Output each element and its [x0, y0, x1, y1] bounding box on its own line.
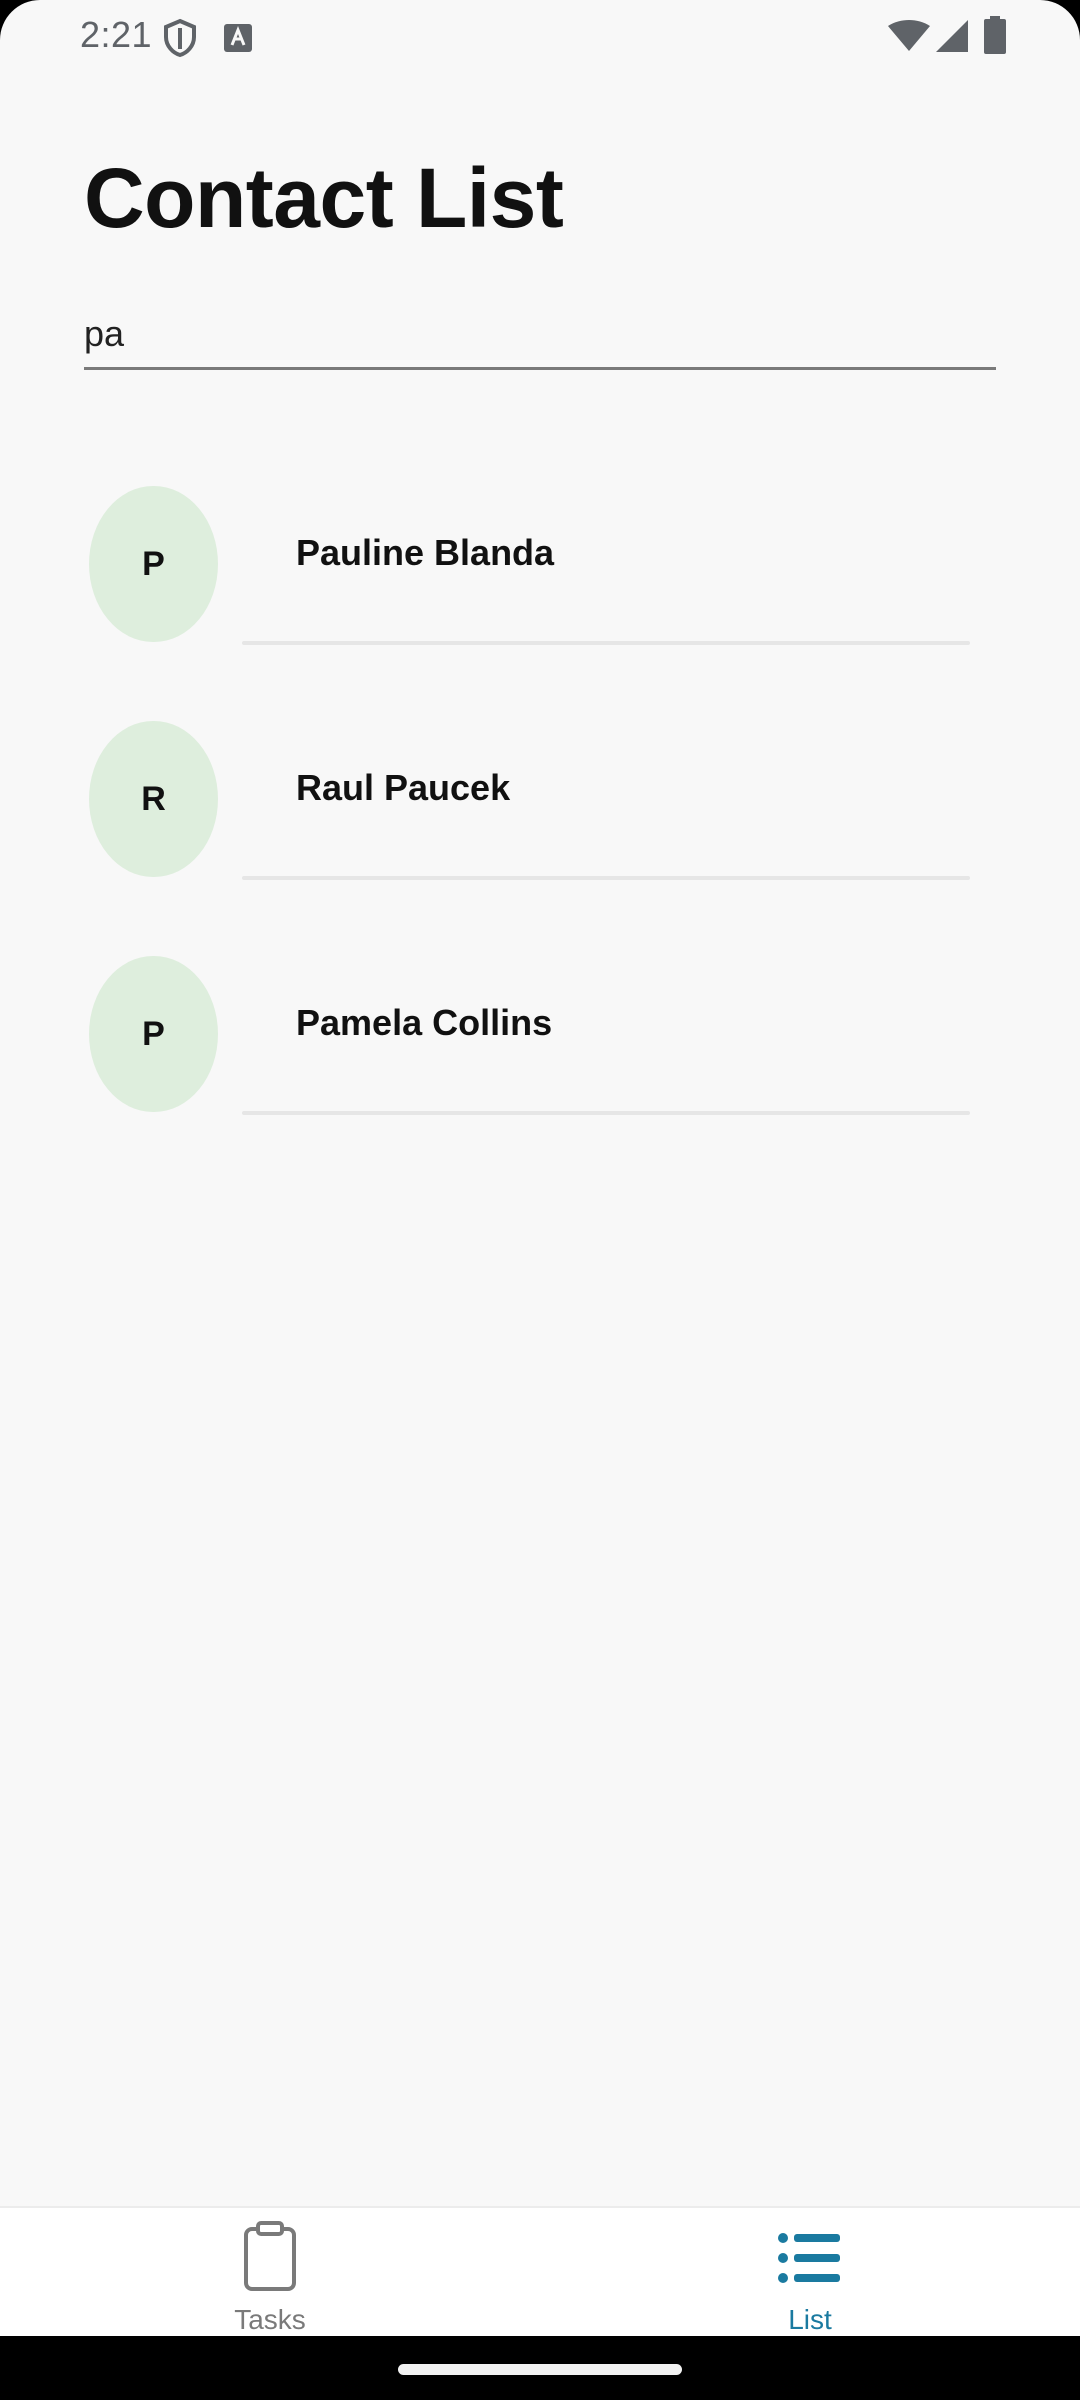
avatar-initial: P: [142, 544, 165, 583]
clipboard-icon: [244, 2221, 296, 2291]
avatar-initial: R: [141, 779, 166, 818]
wifi-icon: [888, 20, 930, 51]
search-field: [84, 300, 996, 370]
contact-row[interactable]: P Pamela Collins: [0, 940, 1080, 1175]
contact-row[interactable]: P Pauline Blanda: [0, 470, 1080, 705]
bottom-navigation: Tasks List: [0, 2206, 1080, 2336]
search-input[interactable]: [84, 308, 996, 360]
battery-icon: [984, 16, 1006, 54]
nav-label-tasks: Tasks: [234, 2304, 306, 2335]
list-icon: [778, 2233, 840, 2283]
home-gesture-handle[interactable]: [398, 2364, 682, 2375]
app-screen: 2:21 Contact List P Pauli: [0, 0, 1080, 2336]
row-divider: [242, 876, 970, 880]
contact-name: Raul Paucek: [296, 767, 511, 808]
avatar-initial: P: [142, 1014, 165, 1053]
contact-name: Pamela Collins: [296, 1002, 553, 1043]
nav-item-list[interactable]: List: [540, 2208, 1080, 2336]
status-bar: 2:21: [0, 0, 1080, 74]
contact-row[interactable]: R Raul Paucek: [0, 705, 1080, 940]
nav-label-list: List: [788, 2304, 832, 2335]
status-time: 2:21: [80, 14, 153, 55]
avatar: P: [89, 956, 218, 1112]
gesture-bar: [0, 2336, 1080, 2400]
cell-signal-icon: [936, 20, 968, 52]
shield-icon: [164, 18, 196, 58]
row-divider: [242, 641, 970, 645]
page-title: Contact List: [84, 151, 564, 245]
row-divider: [242, 1111, 970, 1115]
avatar: P: [89, 486, 218, 642]
text-a-icon: [224, 24, 252, 52]
contact-name: Pauline Blanda: [296, 532, 555, 573]
nav-item-tasks[interactable]: Tasks: [0, 2208, 540, 2336]
avatar: R: [89, 721, 218, 877]
